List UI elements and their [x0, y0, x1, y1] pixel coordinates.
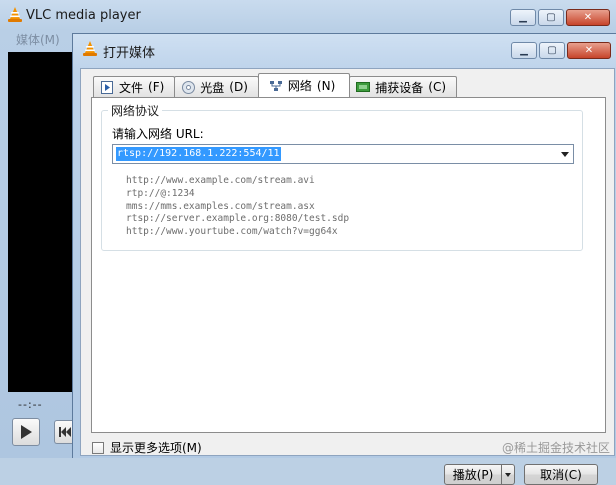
group-title: 网络协议	[108, 102, 163, 119]
media-menu[interactable]: 媒体(M)	[8, 30, 72, 50]
disc-icon	[181, 80, 195, 94]
dialog-title: 打开媒体	[103, 46, 156, 61]
watermark: @稀土掘金技术社区	[501, 441, 610, 455]
vlc-cone-icon	[83, 41, 97, 56]
example-url: mms://mms.examples.com/stream.asx	[126, 200, 315, 212]
tab-disc-accel: (D)	[229, 80, 248, 94]
maximize-icon: ▢	[547, 45, 557, 56]
close-icon: ✕	[583, 12, 593, 23]
show-more-checkbox[interactable]	[92, 441, 104, 454]
main-window-controls: ▁ ▢ ✕	[510, 9, 610, 26]
dialog-window-controls: ▁ ▢ ✕	[511, 42, 611, 59]
show-more-label: 显示更多选项(M)	[110, 441, 202, 455]
video-area	[8, 52, 74, 392]
play-options-dropdown[interactable]	[502, 464, 515, 485]
tab-disc[interactable]: 光盘 (D)	[174, 76, 259, 97]
minimize-icon: ▁	[520, 45, 528, 56]
file-icon	[100, 80, 114, 94]
network-protocol-group: 网络协议 请输入网络 URL: rtsp://192.168.1.222:554…	[101, 102, 583, 251]
cancel-button[interactable]: 取消(C)	[524, 464, 598, 485]
example-url: rtsp://server.example.org:8080/test.sdp	[126, 213, 350, 225]
maximize-button[interactable]: ▢	[538, 9, 564, 26]
tab-bar: 文件 (F) 光盘 (D) 网络 (N) 捕获设备 (C)	[93, 73, 458, 97]
tab-disc-label: 光盘	[200, 80, 225, 95]
play-button[interactable]	[12, 418, 40, 446]
dialog-close-button[interactable]: ✕	[567, 42, 611, 59]
minimize-icon: ▁	[519, 12, 527, 23]
main-window-title: VLC media player	[26, 8, 141, 23]
url-combobox[interactable]: rtsp://192.168.1.222:554/11	[112, 144, 574, 164]
play-media-button[interactable]: 播放(P)	[444, 464, 502, 485]
tab-file[interactable]: 文件 (F)	[93, 76, 176, 97]
dropdown-arrow-icon[interactable]	[561, 152, 569, 157]
maximize-icon: ▢	[546, 12, 556, 23]
tab-network-label: 网络	[287, 79, 312, 93]
play-media-label: 播放(P)	[452, 468, 494, 482]
tab-capture-device-accel: (C)	[428, 80, 447, 94]
play-icon	[21, 425, 32, 439]
time-label: --:--	[18, 398, 43, 411]
example-url: http://www.example.com/stream.avi	[126, 175, 315, 186]
tab-network-accel: (N)	[316, 78, 336, 93]
show-more-options[interactable]: 显示更多选项(M)	[92, 439, 202, 456]
tab-file-label: 文件	[119, 80, 144, 95]
minimize-button[interactable]: ▁	[510, 9, 536, 26]
url-examples: http://www.example.com/stream.avi rtp://…	[126, 175, 349, 239]
url-input[interactable]: rtsp://192.168.1.222:554/11	[116, 147, 281, 161]
close-button[interactable]: ✕	[566, 9, 610, 26]
example-url: rtp://@:1234	[126, 187, 195, 199]
network-icon	[269, 79, 283, 93]
tab-capture-device[interactable]: 捕获设备 (C)	[349, 76, 458, 97]
url-label: 请输入网络 URL:	[112, 127, 204, 141]
dialog-minimize-button[interactable]: ▁	[511, 42, 537, 59]
tab-file-accel: (F)	[148, 80, 165, 94]
previous-icon	[58, 427, 71, 437]
previous-button[interactable]	[54, 420, 74, 444]
example-url: http://www.yourtube.com/watch?v=gg64x	[126, 226, 338, 238]
vlc-cone-icon	[8, 7, 22, 22]
capture-device-icon	[356, 80, 371, 94]
tab-capture-device-label: 捕获设备	[375, 80, 424, 95]
dialog-body: 文件 (F) 光盘 (D) 网络 (N) 捕获设备 (C) 网络协议 请输入网络…	[80, 68, 615, 485]
tab-network[interactable]: 网络 (N)	[257, 73, 351, 97]
dialog-maximize-button[interactable]: ▢	[539, 42, 565, 59]
open-media-dialog: 打开媒体 ▁ ▢ ✕ 文件 (F) 光盘 (D) 网络 (N) 捕获设备 (C)…	[72, 33, 616, 485]
close-icon: ✕	[584, 45, 594, 56]
network-panel: 网络协议 请输入网络 URL: rtsp://192.168.1.222:554…	[91, 97, 606, 433]
cancel-label: 取消(C)	[540, 468, 582, 482]
